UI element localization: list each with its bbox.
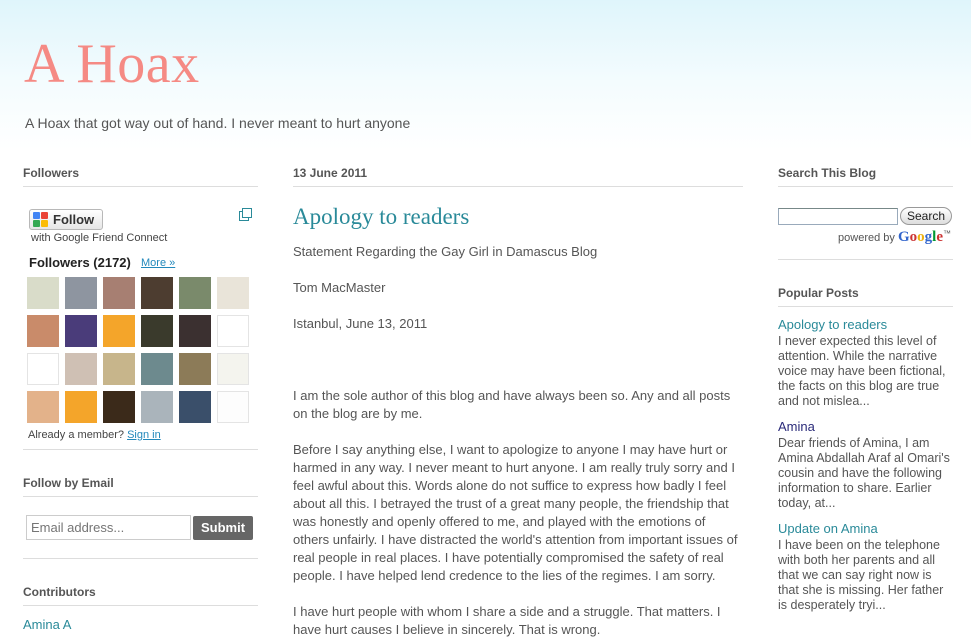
right-sidebar: Search This Blog Search powered by Googl… bbox=[778, 166, 953, 613]
post-paragraph: Istanbul, June 13, 2011 bbox=[293, 316, 428, 331]
follower-avatar[interactable] bbox=[65, 277, 97, 309]
follower-avatar[interactable] bbox=[217, 391, 249, 423]
contributors-title: Contributors bbox=[23, 585, 96, 599]
popular-post-item: Amina Dear friends of Amina, I am Amina … bbox=[778, 419, 953, 511]
popular-posts-title: Popular Posts bbox=[778, 286, 953, 307]
sign-in-link[interactable]: Sign in bbox=[127, 429, 161, 441]
follow-by-email-title: Follow by Email bbox=[23, 476, 258, 497]
popular-post-link[interactable]: Update on Amina bbox=[778, 521, 953, 536]
more-followers-link[interactable]: More » bbox=[141, 257, 175, 269]
google-logo: Google bbox=[897, 229, 943, 245]
submit-button[interactable]: Submit bbox=[193, 515, 253, 540]
powered-by-text: powered by bbox=[838, 232, 895, 244]
follower-avatar[interactable] bbox=[27, 277, 59, 309]
follower-avatar[interactable] bbox=[217, 315, 249, 347]
already-member: Already a member? Sign in bbox=[28, 429, 161, 441]
follower-avatar[interactable] bbox=[179, 391, 211, 423]
followers-widget: Follow with Google Friend Connect Follow… bbox=[23, 208, 258, 441]
search-input[interactable] bbox=[778, 207, 898, 225]
post-spacer bbox=[293, 351, 743, 369]
follower-avatar[interactable] bbox=[27, 315, 59, 347]
search-row: Search bbox=[778, 207, 953, 225]
follower-avatar[interactable] bbox=[217, 353, 249, 385]
follower-avatar[interactable] bbox=[179, 353, 211, 385]
popular-post-snippet: I never expected this level of attention… bbox=[778, 334, 946, 408]
follower-avatar[interactable] bbox=[103, 315, 135, 347]
follower-avatar[interactable] bbox=[103, 353, 135, 385]
follower-avatar[interactable] bbox=[217, 277, 249, 309]
post-paragraph: I am the sole author of this blog and ha… bbox=[293, 388, 731, 421]
email-subscribe-row: Submit bbox=[23, 515, 258, 540]
popular-post-link[interactable]: Apology to readers bbox=[778, 317, 953, 332]
post-paragraph: Before I say anything else, I want to ap… bbox=[293, 442, 738, 583]
follower-avatar-grid bbox=[27, 277, 249, 423]
powered-by-google: powered by Google™ bbox=[778, 229, 953, 246]
follow-button[interactable]: Follow bbox=[29, 209, 103, 230]
search-button[interactable]: Search bbox=[900, 207, 953, 225]
blog-title[interactable]: A Hoax bbox=[24, 36, 200, 92]
follower-avatar[interactable] bbox=[179, 315, 211, 347]
trademark: ™ bbox=[943, 229, 951, 238]
google-friend-connect-icon bbox=[33, 212, 48, 227]
follower-avatar[interactable] bbox=[65, 353, 97, 385]
follower-avatar[interactable] bbox=[179, 277, 211, 309]
divider bbox=[778, 259, 953, 260]
post-paragraph: Statement Regarding the Gay Girl in Dama… bbox=[293, 244, 598, 259]
follower-avatar[interactable] bbox=[141, 277, 173, 309]
already-member-text: Already a member? bbox=[28, 429, 124, 441]
followers-count: Followers (2172) bbox=[29, 255, 131, 270]
post-body: Statement Regarding the Gay Girl in Dama… bbox=[293, 243, 743, 639]
blog-description: A Hoax that got way out of hand. I never… bbox=[25, 115, 411, 131]
follower-avatar[interactable] bbox=[27, 391, 59, 423]
follower-avatar[interactable] bbox=[141, 391, 173, 423]
follower-avatar[interactable] bbox=[65, 315, 97, 347]
divider bbox=[23, 449, 258, 450]
popular-post-snippet: I have been on the telephone with both h… bbox=[778, 538, 944, 612]
post-title[interactable]: Apology to readers bbox=[293, 204, 743, 230]
left-sidebar: Followers Follow with Google Friend Conn… bbox=[23, 166, 258, 632]
post-date: 13 June 2011 bbox=[293, 166, 743, 187]
popular-post-item: Apology to readers I never expected this… bbox=[778, 317, 953, 409]
gfc-label: with Google Friend Connect bbox=[31, 232, 168, 244]
divider bbox=[23, 558, 258, 559]
follower-avatar[interactable] bbox=[27, 353, 59, 385]
main-content: 13 June 2011 Apology to readers Statemen… bbox=[293, 166, 743, 640]
follow-label: Follow bbox=[53, 212, 95, 227]
followers-widget-title: Followers bbox=[23, 166, 258, 187]
post-paragraph: Tom MacMaster bbox=[293, 280, 386, 295]
follower-avatar[interactable] bbox=[103, 277, 135, 309]
search-widget-title: Search This Blog bbox=[778, 166, 953, 187]
follower-avatar[interactable] bbox=[65, 391, 97, 423]
popular-post-item: Update on Amina I have been on the telep… bbox=[778, 521, 953, 613]
post-paragraph: I have hurt people with whom I share a s… bbox=[293, 604, 721, 637]
popular-post-link[interactable]: Amina bbox=[778, 419, 953, 434]
follower-avatar[interactable] bbox=[103, 391, 135, 423]
follower-avatar[interactable] bbox=[141, 353, 173, 385]
contributor-link[interactable]: Amina A bbox=[23, 617, 258, 632]
divider bbox=[23, 605, 258, 606]
popular-post-snippet: Dear friends of Amina, I am Amina Abdall… bbox=[778, 436, 950, 510]
popout-icon[interactable] bbox=[239, 208, 252, 221]
follower-avatar[interactable] bbox=[141, 315, 173, 347]
email-field[interactable] bbox=[26, 515, 191, 540]
